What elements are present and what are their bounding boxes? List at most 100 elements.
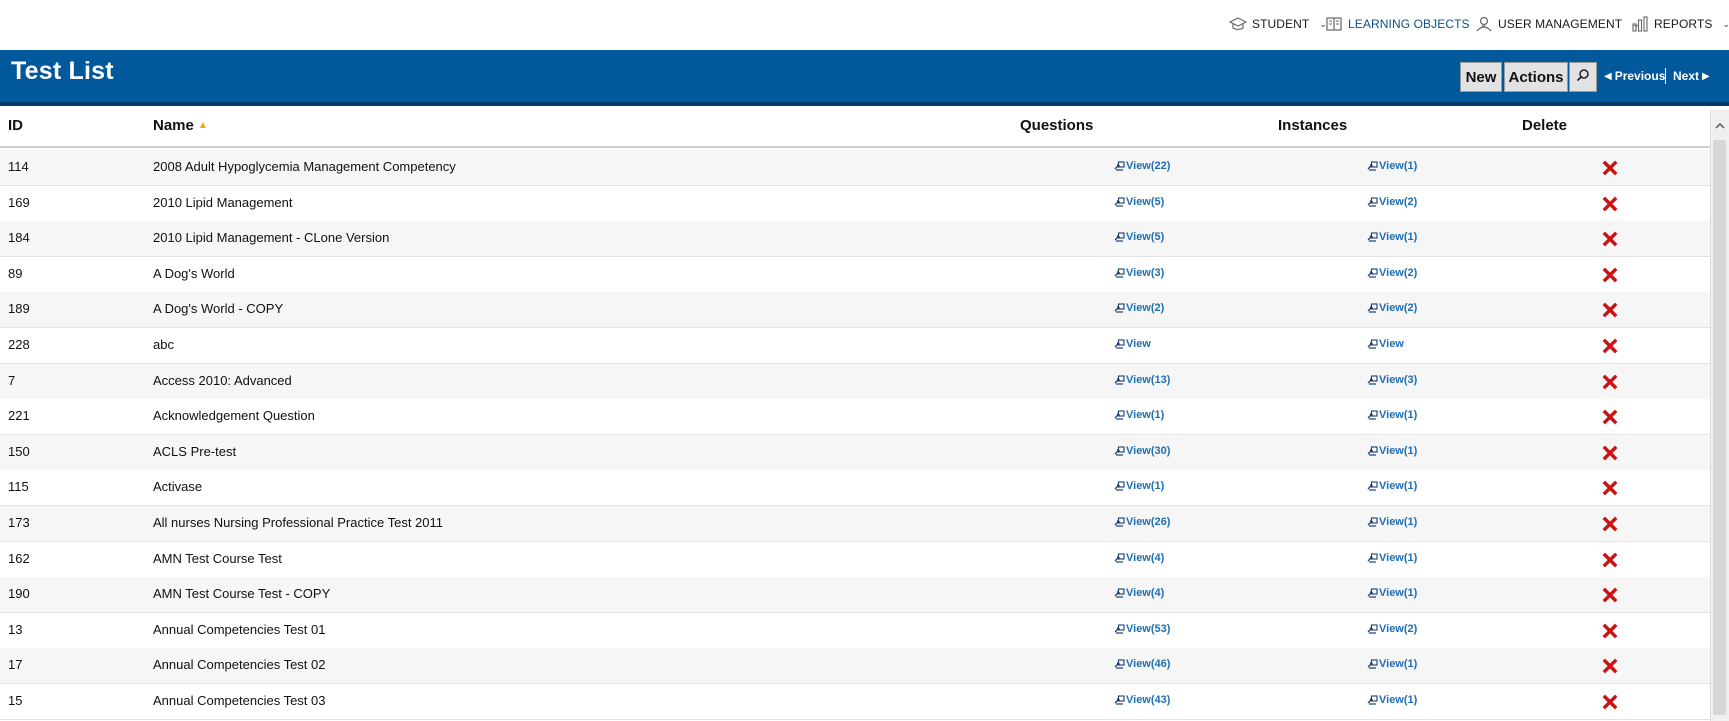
row-name: 2008 Adult Hypoglycemia Management Compe… bbox=[153, 159, 456, 174]
delete-icon[interactable] bbox=[1602, 445, 1618, 461]
view-instances-link[interactable]: View(1) bbox=[1367, 694, 1417, 706]
row-id: 162 bbox=[8, 550, 30, 566]
view-questions-link[interactable]: View(53) bbox=[1114, 623, 1170, 635]
delete-icon[interactable] bbox=[1602, 374, 1618, 390]
view-instances-link[interactable]: View bbox=[1367, 338, 1404, 350]
table-row[interactable]: 7 Access 2010: Advanced View(13) View(3) bbox=[0, 363, 1710, 400]
view-instances-link[interactable]: View(1) bbox=[1367, 552, 1417, 564]
view-instances-link[interactable]: View(2) bbox=[1367, 267, 1417, 279]
nav-student[interactable]: STUDENT ⌄ bbox=[1228, 14, 1327, 34]
view-instances-link[interactable]: View(1) bbox=[1367, 445, 1417, 457]
view-instances-link[interactable]: View(1) bbox=[1367, 587, 1417, 599]
delete-icon[interactable] bbox=[1602, 516, 1618, 532]
link-icon bbox=[1367, 624, 1379, 634]
delete-icon[interactable] bbox=[1602, 658, 1618, 674]
table-row[interactable]: 115 Activase View(1) View(1) bbox=[0, 470, 1710, 507]
table-row[interactable]: 89 A Dog's World View(3) View(2) bbox=[0, 256, 1710, 293]
row-id: 17 bbox=[8, 657, 23, 673]
view-questions-link[interactable]: View(4) bbox=[1114, 587, 1164, 599]
previous-page-link[interactable]: ◀ Previous bbox=[1604, 69, 1665, 83]
view-instances-link[interactable]: View(1) bbox=[1367, 658, 1417, 670]
table-row[interactable]: 228 abc View View bbox=[0, 328, 1710, 364]
view-instances-label: View(2) bbox=[1379, 302, 1418, 315]
delete-icon[interactable] bbox=[1602, 196, 1618, 212]
row-id: 184 bbox=[8, 230, 30, 246]
view-questions-link[interactable]: View(5) bbox=[1114, 231, 1164, 243]
column-header-name[interactable]: Name ▲ bbox=[153, 117, 208, 134]
table-row[interactable]: 169 2010 Lipid Management View(5) View(2) bbox=[0, 185, 1710, 222]
delete-icon[interactable] bbox=[1602, 623, 1618, 639]
nav-user-management[interactable]: USER MANAGEMENT ⌄ bbox=[1474, 14, 1640, 34]
delete-icon[interactable] bbox=[1602, 302, 1618, 318]
view-questions-link[interactable]: View(5) bbox=[1114, 196, 1164, 208]
table-row[interactable]: 114 2008 Adult Hypoglycemia Management Co… bbox=[0, 150, 1710, 186]
link-icon bbox=[1114, 588, 1126, 598]
table-row[interactable]: 150 ACLS Pre-test View(30) View(1) bbox=[0, 434, 1710, 471]
delete-icon[interactable] bbox=[1602, 480, 1618, 496]
view-questions-link[interactable]: View(46) bbox=[1114, 658, 1170, 670]
top-navigation: STUDENT ⌄ LEARNING OBJECTS ⌄ USER MANAGE… bbox=[0, 0, 1729, 50]
view-questions-link[interactable]: View(26) bbox=[1114, 516, 1170, 528]
table-row[interactable]: 221 Acknowledgement Question View(1) View(1… bbox=[0, 399, 1710, 436]
view-instances-link[interactable]: View(1) bbox=[1367, 160, 1417, 172]
view-questions-link[interactable]: View(1) bbox=[1114, 480, 1164, 492]
view-questions-link[interactable]: View bbox=[1114, 338, 1151, 350]
search-icon bbox=[1576, 68, 1590, 86]
scroll-up-arrow-icon[interactable] bbox=[1714, 120, 1726, 132]
view-instances-link[interactable]: View(1) bbox=[1367, 516, 1417, 528]
view-questions-link[interactable]: View(3) bbox=[1114, 267, 1164, 279]
view-questions-link[interactable]: View(22) bbox=[1114, 160, 1170, 172]
link-icon bbox=[1114, 517, 1126, 527]
search-button[interactable] bbox=[1569, 62, 1597, 92]
book-icon bbox=[1324, 15, 1344, 33]
view-questions-link[interactable]: View(2) bbox=[1114, 302, 1164, 314]
table-row[interactable]: 162 AMN Test Course Test View(4) View(1) bbox=[0, 541, 1710, 578]
delete-icon[interactable] bbox=[1602, 409, 1618, 425]
test-list-table: ID Name ▲ Questions Instances Delete 114… bbox=[0, 110, 1710, 721]
delete-icon[interactable] bbox=[1602, 338, 1618, 354]
view-instances-label: View(1) bbox=[1379, 587, 1418, 600]
delete-icon[interactable] bbox=[1602, 267, 1618, 283]
row-name: A Dog's World bbox=[153, 265, 235, 281]
view-questions-link[interactable]: View(1) bbox=[1114, 409, 1164, 421]
table-row[interactable]: 13 Annual Competencies Test 01 View(53) Vie… bbox=[0, 612, 1710, 649]
table-row[interactable]: 189 A Dog's World - COPY View(2) View(2) bbox=[0, 292, 1710, 329]
nav-learning-objects[interactable]: LEARNING OBJECTS ⌄ bbox=[1324, 14, 1487, 34]
user-icon bbox=[1474, 15, 1494, 33]
table-row[interactable]: 15 Annual Competencies Test 03 View(43) Vie… bbox=[0, 684, 1710, 720]
delete-icon[interactable] bbox=[1602, 552, 1618, 568]
view-instances-link[interactable]: View(3) bbox=[1367, 374, 1417, 386]
delete-icon[interactable] bbox=[1602, 231, 1618, 247]
table-row[interactable]: 190 AMN Test Course Test - COPY View(4) Vie… bbox=[0, 577, 1710, 614]
view-questions-link[interactable]: View(30) bbox=[1114, 445, 1170, 457]
view-instances-link[interactable]: View(2) bbox=[1367, 302, 1417, 314]
nav-reports[interactable]: REPORTS ⌄ bbox=[1630, 14, 1729, 34]
table-row[interactable]: 173 All nurses Nursing Professional Pract… bbox=[0, 506, 1710, 542]
view-questions-link[interactable]: View(43) bbox=[1114, 694, 1170, 706]
new-button[interactable]: New bbox=[1460, 62, 1502, 92]
delete-icon[interactable] bbox=[1602, 587, 1618, 603]
view-instances-link[interactable]: View(1) bbox=[1367, 409, 1417, 421]
view-instances-link[interactable]: View(2) bbox=[1367, 623, 1417, 635]
table-row[interactable]: 184 2010 Lipid Management - CLone Version… bbox=[0, 221, 1710, 258]
view-instances-link[interactable]: View(1) bbox=[1367, 231, 1417, 243]
column-header-id[interactable]: ID bbox=[8, 117, 23, 134]
view-instances-link[interactable]: View(1) bbox=[1367, 480, 1417, 492]
link-icon bbox=[1367, 268, 1379, 278]
row-name: Annual Competencies Test 01 bbox=[153, 621, 326, 637]
view-questions-link[interactable]: View(13) bbox=[1114, 374, 1170, 386]
link-icon bbox=[1114, 339, 1126, 349]
next-page-link[interactable]: Next ▶ bbox=[1673, 69, 1710, 83]
view-questions-label: View(1) bbox=[1126, 409, 1165, 422]
view-instances-link[interactable]: View(2) bbox=[1367, 196, 1417, 208]
delete-icon[interactable] bbox=[1602, 160, 1618, 176]
view-questions-label: View(4) bbox=[1126, 551, 1165, 564]
actions-button[interactable]: Actions bbox=[1504, 62, 1568, 92]
link-icon bbox=[1114, 268, 1126, 278]
table-row[interactable]: 17 Annual Competencies Test 02 View(46) Vie… bbox=[0, 648, 1710, 685]
delete-icon[interactable] bbox=[1602, 694, 1618, 710]
view-questions-link[interactable]: View(4) bbox=[1114, 552, 1164, 564]
scrollbar-thumb[interactable] bbox=[1713, 140, 1726, 715]
table-header: ID Name ▲ Questions Instances Delete bbox=[0, 110, 1710, 148]
vertical-scrollbar[interactable] bbox=[1710, 110, 1729, 721]
